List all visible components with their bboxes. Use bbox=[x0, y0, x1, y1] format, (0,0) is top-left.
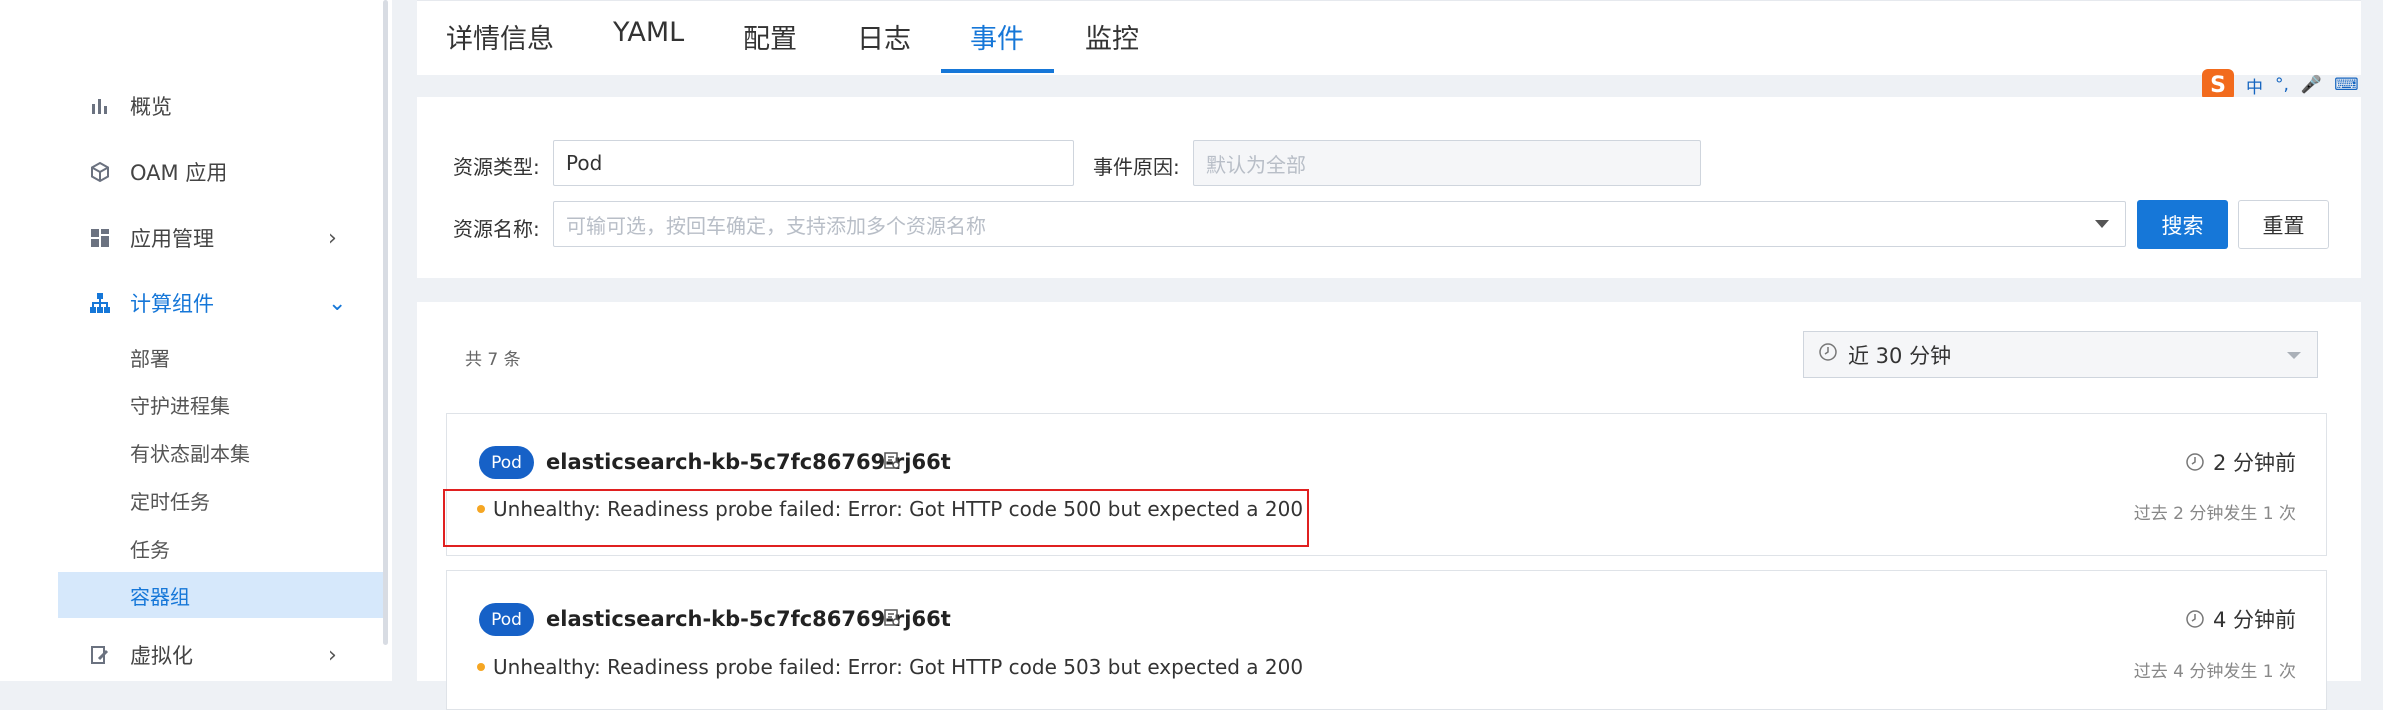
resource-name-select[interactable]: 可输可选，按回车确定，支持添加多个资源名称 bbox=[553, 201, 2126, 247]
event-reason-label: 事件原因: bbox=[1093, 155, 1180, 179]
sidebar-subitem-pods[interactable]: 容器组 bbox=[58, 572, 383, 618]
sidebar-subitem-jobs[interactable]: 任务 bbox=[58, 525, 383, 571]
filter-panel bbox=[417, 97, 2361, 278]
resource-name-label: 资源名称: bbox=[453, 217, 540, 241]
event-count: 过去 4 分钟发生 1 次 bbox=[2133, 662, 2296, 682]
event-message: Unhealthy: Readiness probe failed: Error… bbox=[477, 655, 1303, 679]
sidebar-item-overview[interactable]: 概览 bbox=[0, 82, 383, 130]
resource-name-placeholder: 可输可选，按回车确定，支持添加多个资源名称 bbox=[566, 213, 986, 238]
sidebar-item-compute[interactable]: 计算组件 ⌄ bbox=[0, 279, 383, 327]
tab-bar: 详情信息 YAML 配置 日志 事件 监控 bbox=[417, 0, 2361, 75]
tab-yaml[interactable]: YAML bbox=[613, 17, 684, 72]
sidebar-item-virtualization[interactable]: 虚拟化 › bbox=[0, 631, 383, 679]
chevron-right-icon: › bbox=[328, 642, 337, 668]
sidebar-item-label: 概览 bbox=[130, 95, 172, 119]
resource-type-label: 资源类型: bbox=[453, 155, 540, 179]
sidebar-item-label: 应用管理 bbox=[130, 227, 214, 251]
sidebar-subitem-daemonsets[interactable]: 守护进程集 bbox=[58, 381, 383, 427]
warning-dot-icon bbox=[477, 663, 485, 671]
sidebar: 概览 OAM 应用 应用管理 › 计算组件 ⌄ 部署 守护进程集 有状态副本集 … bbox=[0, 0, 392, 681]
total-count: 共 7 条 bbox=[465, 350, 521, 370]
hierarchy-icon bbox=[88, 291, 112, 315]
sidebar-item-app-management[interactable]: 应用管理 › bbox=[0, 214, 383, 262]
ime-punctuation[interactable]: °, bbox=[2275, 75, 2289, 95]
search-button[interactable]: 搜索 bbox=[2137, 200, 2228, 249]
kind-badge: Pod bbox=[479, 603, 534, 636]
event-count: 过去 2 分钟发生 1 次 bbox=[2133, 504, 2296, 524]
sidebar-subitem-deployments[interactable]: 部署 bbox=[58, 334, 383, 380]
edit-doc-icon bbox=[88, 643, 112, 667]
ime-mode[interactable]: 中 bbox=[2246, 73, 2263, 98]
time-range-value: 近 30 分钟 bbox=[1848, 343, 1952, 368]
sidebar-item-label: OAM 应用 bbox=[130, 161, 228, 185]
tab-details[interactable]: 详情信息 bbox=[446, 17, 554, 72]
microphone-icon[interactable]: 🎤 bbox=[2301, 75, 2322, 95]
clock-icon bbox=[1818, 342, 1838, 367]
document-search-icon[interactable] bbox=[882, 608, 902, 632]
bar-chart-icon bbox=[88, 94, 112, 118]
event-time: 2 分钟前 bbox=[2185, 447, 2296, 477]
document-search-icon[interactable] bbox=[882, 451, 902, 475]
keyboard-icon[interactable]: ⌨ bbox=[2334, 75, 2359, 95]
clock-icon bbox=[2186, 453, 2204, 471]
annotation-highlight-box bbox=[443, 489, 1309, 547]
caret-down-icon bbox=[2287, 352, 2301, 359]
sidebar-item-label: 虚拟化 bbox=[130, 644, 193, 668]
chevron-right-icon: › bbox=[328, 225, 337, 251]
event-reason-input[interactable]: 默认为全部 bbox=[1193, 140, 1701, 186]
kind-badge: Pod bbox=[479, 446, 534, 479]
tab-monitor[interactable]: 监控 bbox=[1085, 17, 1139, 72]
caret-down-icon bbox=[2095, 220, 2109, 228]
apps-grid-icon bbox=[88, 226, 112, 250]
chevron-down-icon: ⌄ bbox=[328, 290, 347, 316]
sidebar-item-label: 计算组件 bbox=[130, 292, 214, 316]
tab-events[interactable]: 事件 bbox=[970, 17, 1024, 72]
tab-logs[interactable]: 日志 bbox=[857, 17, 911, 72]
tab-config[interactable]: 配置 bbox=[743, 17, 797, 72]
sidebar-item-oam[interactable]: OAM 应用 bbox=[0, 148, 383, 196]
sidebar-scrollbar[interactable] bbox=[383, 0, 388, 645]
sidebar-subitem-statefulsets[interactable]: 有状态副本集 bbox=[58, 429, 383, 475]
sidebar-subitem-cronjobs[interactable]: 定时任务 bbox=[58, 477, 383, 523]
resource-type-input[interactable]: Pod bbox=[553, 140, 1074, 186]
active-tab-indicator bbox=[941, 69, 1054, 73]
reset-button[interactable]: 重置 bbox=[2238, 200, 2329, 249]
clock-icon bbox=[2186, 610, 2204, 628]
event-time: 4 分钟前 bbox=[2185, 604, 2296, 634]
cube-icon bbox=[88, 160, 112, 184]
time-range-select[interactable]: 近 30 分钟 bbox=[1803, 331, 2318, 378]
event-item: Pod elasticsearch-kb-5c7fc86769-rj66t 4 … bbox=[446, 570, 2327, 710]
